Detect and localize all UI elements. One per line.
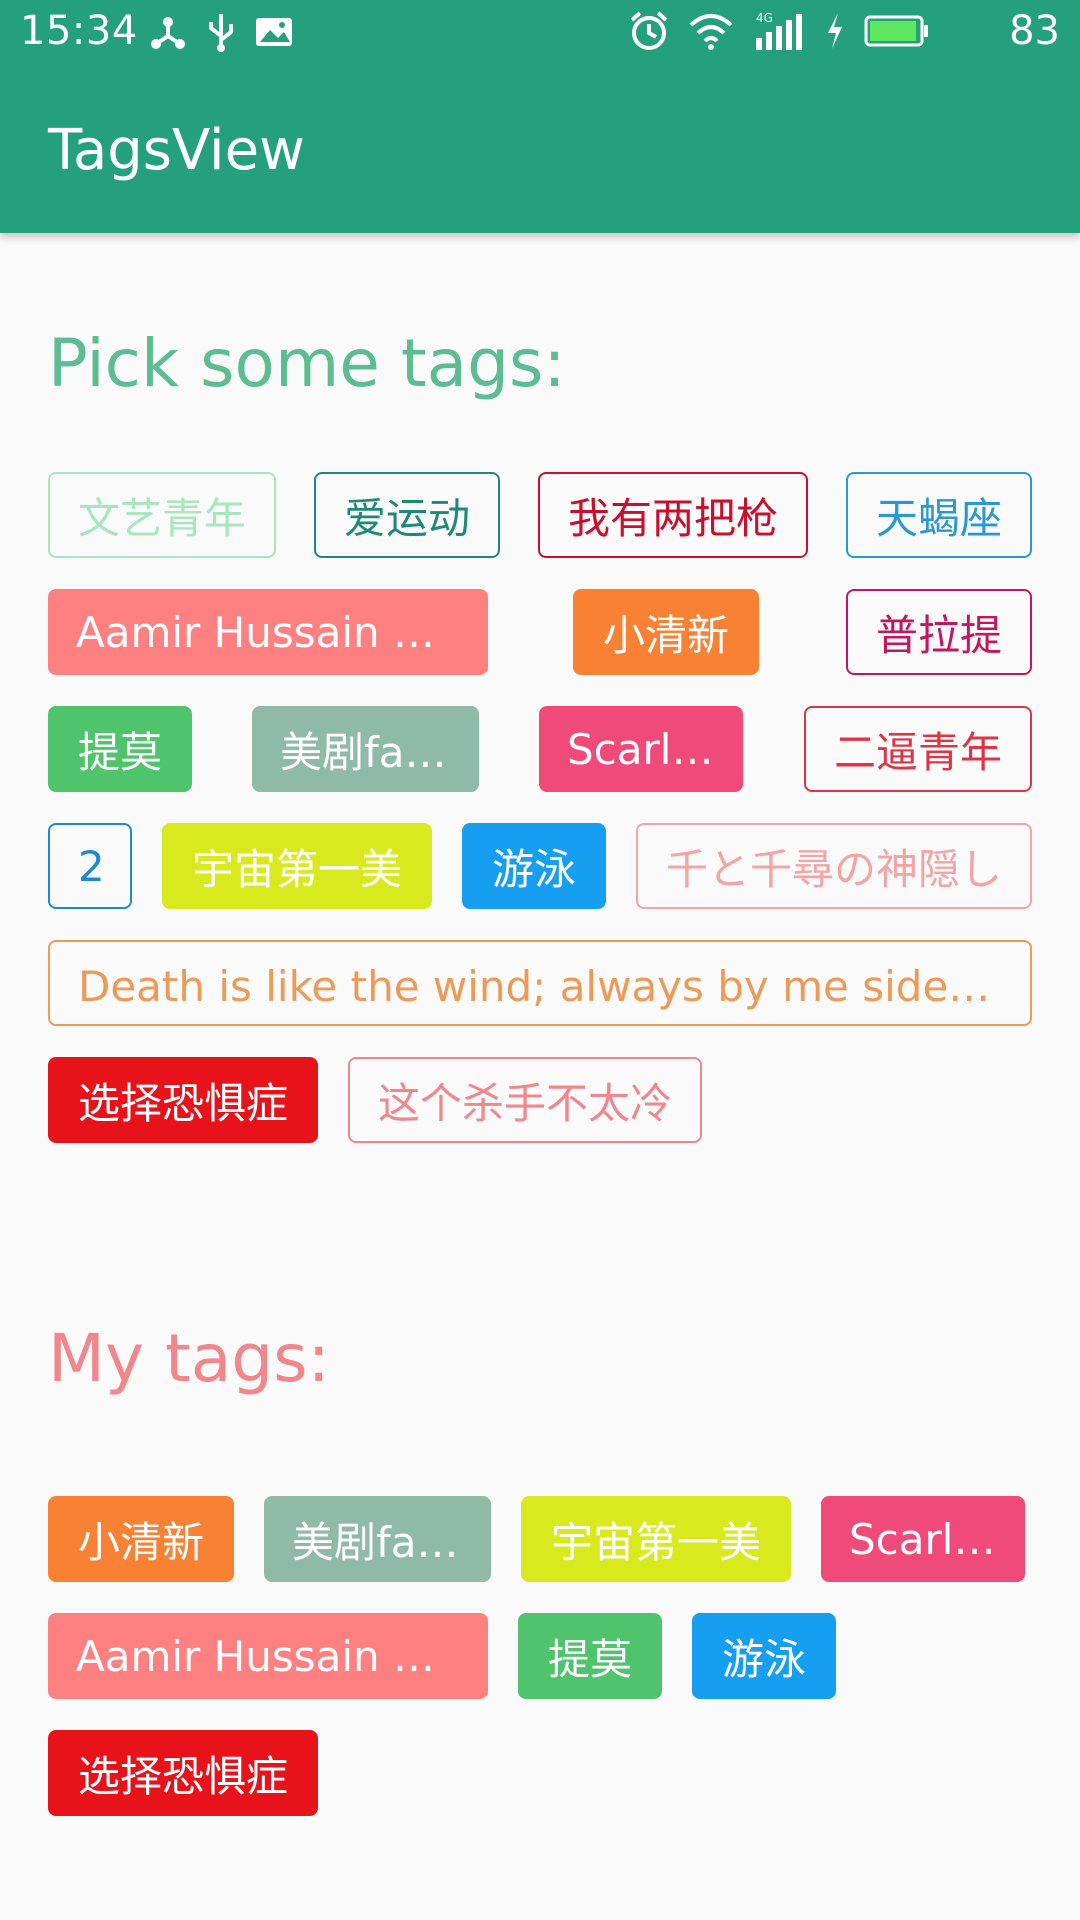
pick-tag-8[interactable]: 美剧fans	[252, 706, 479, 792]
pick-tag-1[interactable]: 爱运动	[314, 472, 500, 558]
wifi-icon	[688, 11, 734, 55]
my-tag-label: Aamir Hussain Khan	[76, 1631, 460, 1681]
battery-icon	[864, 11, 930, 55]
pick-tag-label: Aamir Hussain Khan	[76, 607, 460, 657]
pick-tag-label: 小清新	[602, 610, 729, 660]
pick-tag-17[interactable]: 这个杀手不太冷	[348, 1057, 702, 1143]
my-tag-label: 游泳	[721, 1634, 806, 1684]
network-share-icon	[148, 12, 188, 56]
pick-tag-label: 游泳	[491, 844, 576, 894]
image-icon	[254, 12, 294, 56]
pick-tag-9[interactable]: Scarlett	[539, 706, 743, 792]
pick-tag-label: 选择恐惧症	[77, 1078, 288, 1128]
pick-tag-5[interactable]: 小清新	[573, 589, 759, 675]
pick-tag-label: 爱运动	[344, 493, 470, 543]
status-left-icons	[148, 12, 294, 56]
svg-text:4G: 4G	[756, 11, 773, 25]
pick-tag-label: Scarlett	[567, 724, 715, 774]
my-tag-6[interactable]: 游泳	[692, 1613, 836, 1699]
usb-icon	[206, 12, 236, 56]
pick-tag-label: 千と千尋の神隠し	[666, 844, 1002, 894]
pick-tag-label: Death is like the wind; always by me sid…	[78, 961, 1002, 1011]
pick-tag-label: 二逼青年	[834, 727, 1002, 777]
pick-tag-7[interactable]: 提莫	[48, 706, 192, 792]
alarm-icon	[628, 10, 670, 56]
pick-tag-label: 2	[78, 842, 102, 891]
my-tag-label: 选择恐惧症	[77, 1751, 288, 1801]
my-tag-label: 提莫	[547, 1634, 632, 1684]
pick-tag-0[interactable]: 文艺青年	[48, 472, 276, 558]
my-tag-label: 宇宙第一美	[550, 1517, 761, 1567]
pick-tag-label: 文艺青年	[78, 493, 246, 543]
my-tag-4[interactable]: Aamir Hussain Khan	[48, 1613, 488, 1699]
pick-tag-label: 天蝎座	[876, 493, 1002, 543]
pick-tag-14[interactable]: 千と千尋の神隠し	[636, 823, 1032, 909]
my-tag-2[interactable]: 宇宙第一美	[521, 1496, 791, 1582]
pick-tag-16[interactable]: 选择恐惧症	[48, 1057, 318, 1143]
battery-percent: 83	[1009, 8, 1060, 54]
my-tag-1[interactable]: 美剧fans	[264, 1496, 491, 1582]
my-tag-label: Scarlett	[849, 1514, 997, 1564]
pick-tag-label: 提莫	[77, 727, 162, 777]
my-tag-5[interactable]: 提莫	[518, 1613, 662, 1699]
status-bar: 15:34 4G 83	[0, 0, 1080, 66]
status-right-icons: 4G	[628, 10, 930, 56]
pick-tag-15[interactable]: Death is like the wind; always by me sid…	[48, 940, 1032, 1026]
pick-tag-label: 我有两把枪	[568, 493, 778, 543]
my-tag-label: 美剧fans	[292, 1517, 463, 1567]
pick-tag-13[interactable]: 游泳	[462, 823, 606, 909]
app-title: TagsView	[48, 118, 305, 183]
pick-tags-title: Pick some tags:	[48, 325, 566, 402]
pick-tag-label: 宇宙第一美	[191, 844, 402, 894]
pick-tag-label: 普拉提	[876, 610, 1002, 660]
pick-tag-2[interactable]: 我有两把枪	[538, 472, 808, 558]
my-tag-3[interactable]: Scarlett	[821, 1496, 1025, 1582]
app-header: 15:34 4G 83 TagsView	[0, 0, 1080, 233]
my-tag-label: 小清新	[77, 1517, 204, 1567]
signal-4g-icon: 4G	[752, 10, 806, 56]
my-tags-title: My tags:	[48, 1320, 330, 1397]
status-time: 15:34	[20, 8, 138, 54]
pick-tag-12[interactable]: 宇宙第一美	[162, 823, 432, 909]
charging-icon	[824, 11, 846, 55]
my-tag-7[interactable]: 选择恐惧症	[48, 1730, 318, 1816]
pick-tag-11[interactable]: 2	[48, 823, 132, 909]
pick-tag-4[interactable]: Aamir Hussain Khan	[48, 589, 488, 675]
pick-tag-6[interactable]: 普拉提	[846, 589, 1032, 675]
my-tag-0[interactable]: 小清新	[48, 1496, 234, 1582]
pick-tag-10[interactable]: 二逼青年	[804, 706, 1032, 792]
pick-tag-label: 美剧fans	[280, 727, 451, 777]
pick-tag-3[interactable]: 天蝎座	[846, 472, 1032, 558]
pick-tag-label: 这个杀手不太冷	[378, 1078, 672, 1128]
